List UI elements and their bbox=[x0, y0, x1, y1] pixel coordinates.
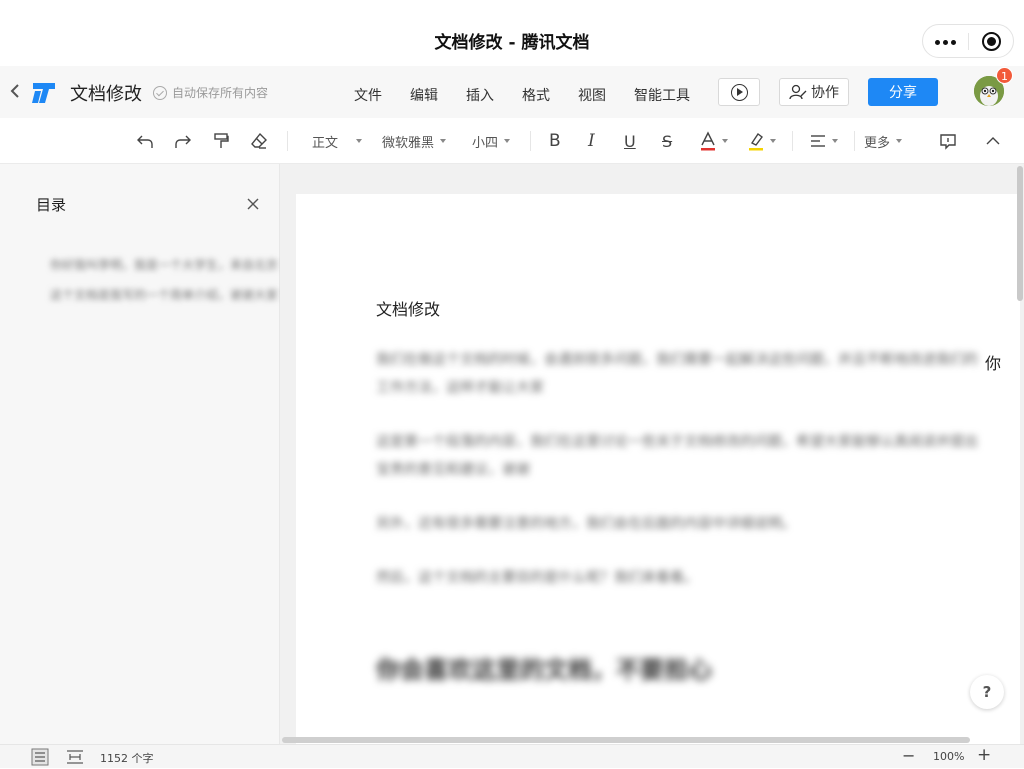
toolbar-divider bbox=[287, 131, 288, 151]
formatting-toolbar: 正文 微软雅黑 小四 B I U S 更多 bbox=[0, 118, 1024, 164]
chevron-down-icon bbox=[896, 139, 903, 143]
font-size-value: 小四 bbox=[472, 135, 499, 151]
check-circle-icon bbox=[153, 85, 167, 100]
outline-item[interactable]: 你好我叫李明，我是一个大学生，来自北京 bbox=[50, 256, 278, 273]
font-family-select[interactable]: 微软雅黑 bbox=[382, 130, 447, 152]
app-header: 文档修改 自动保存所有内容 文件 编辑 插入 格式 视图 智能工具 协作 分享 bbox=[0, 66, 1024, 118]
share-button[interactable]: 分享 bbox=[868, 78, 938, 106]
strikethrough-icon[interactable]: S bbox=[662, 130, 672, 152]
menu-insert[interactable]: 插入 bbox=[466, 85, 494, 105]
highlight-icon[interactable] bbox=[748, 130, 776, 152]
zoom-out-icon[interactable]: − bbox=[902, 746, 915, 765]
outline-sidebar: 目录 你好我叫李明，我是一个大学生，来自北京 这个文档是我写的一个简单介绍，谢谢… bbox=[0, 164, 280, 744]
heading-line[interactable]: 你会喜欢这里的文档，不要担心 bbox=[376, 650, 712, 685]
chevron-down-icon bbox=[356, 139, 363, 143]
more-options-icon[interactable] bbox=[935, 32, 959, 50]
menu-format[interactable]: 格式 bbox=[522, 85, 550, 105]
chevron-down-icon bbox=[722, 139, 728, 143]
clear-format-icon[interactable] bbox=[250, 130, 268, 152]
page-layout-icon[interactable] bbox=[66, 748, 84, 769]
main-menu: 文件 编辑 插入 格式 视图 智能工具 bbox=[340, 85, 704, 105]
paragraph[interactable]: 我们在做这个文档的时候，会遇到很多问题，我们需要一起解决这些问题，并且不断地改进… bbox=[376, 346, 986, 402]
window-title: 文档修改 - 腾讯文档 bbox=[434, 33, 590, 53]
close-miniprogram-icon[interactable] bbox=[982, 32, 1001, 51]
document-heading[interactable]: 文档修改 bbox=[376, 296, 440, 320]
paragraph[interactable]: 然后，这个文档的主要目的是什么呢？我们来看看。 bbox=[376, 564, 986, 592]
redo-icon[interactable] bbox=[174, 130, 192, 152]
document-canvas[interactable]: 文档修改 我们在做这个文档的时候，会遇到很多问题，我们需要一起解决这些问题，并且… bbox=[280, 164, 1024, 754]
more-tools-label: 更多 bbox=[864, 135, 891, 151]
status-bar: 1152 个字 − 100% + bbox=[0, 744, 1024, 768]
back-icon[interactable] bbox=[10, 83, 26, 101]
autosave-status: 自动保存所有内容 bbox=[153, 84, 268, 101]
bold-icon[interactable]: B bbox=[549, 130, 561, 152]
undo-icon[interactable] bbox=[136, 130, 154, 152]
menu-view[interactable]: 视图 bbox=[578, 85, 606, 105]
toolbar-divider bbox=[854, 131, 855, 151]
present-button[interactable] bbox=[718, 78, 760, 106]
outline-item[interactable]: 这个文档是我写的一个简单介绍，谢谢大家 bbox=[50, 286, 278, 303]
font-color-icon[interactable] bbox=[700, 130, 728, 152]
paragraph[interactable]: 这是第一个段落的内容，我们在这里讨论一些关于文档修改的问题，希望大家能够认真阅读… bbox=[376, 428, 986, 484]
collaborate-label: 协作 bbox=[811, 85, 839, 101]
chevron-down-icon bbox=[440, 139, 447, 143]
zoom-level: 100% bbox=[933, 750, 965, 763]
chevron-down-icon bbox=[504, 139, 511, 143]
menu-edit[interactable]: 编辑 bbox=[410, 85, 438, 105]
document-title[interactable]: 文档修改 bbox=[70, 80, 142, 106]
close-icon[interactable] bbox=[246, 196, 260, 210]
comment-icon[interactable] bbox=[939, 130, 957, 152]
document-page[interactable]: 文档修改 我们在做这个文档的时候，会遇到很多问题，我们需要一起解决这些问题，并且… bbox=[296, 194, 1020, 754]
horizontal-scrollbar[interactable] bbox=[282, 737, 970, 743]
collaborate-button[interactable]: 协作 bbox=[779, 78, 849, 106]
format-painter-icon[interactable] bbox=[212, 130, 230, 152]
window-title-bar: 文档修改 - 腾讯文档 bbox=[0, 0, 1024, 66]
notification-badge: 1 bbox=[996, 67, 1013, 84]
zoom-in-icon[interactable]: + bbox=[977, 745, 991, 765]
chevron-down-icon bbox=[832, 139, 838, 143]
toolbar-divider bbox=[530, 131, 531, 151]
paragraph[interactable]: 另外，还有很多需要注意的地方，我们会在后面的内容中详细说明。 bbox=[376, 510, 986, 538]
capsule-divider bbox=[968, 33, 969, 50]
vertical-scrollbar[interactable] bbox=[1017, 166, 1023, 301]
menu-file[interactable]: 文件 bbox=[354, 85, 382, 105]
underline-icon[interactable]: U bbox=[624, 130, 636, 152]
add-user-icon bbox=[789, 84, 807, 100]
font-size-select[interactable]: 小四 bbox=[472, 130, 511, 152]
font-family-value: 微软雅黑 bbox=[382, 135, 435, 151]
chevron-down-icon bbox=[770, 139, 776, 143]
paragraph-style-select[interactable]: 正文 bbox=[312, 130, 363, 152]
miniprogram-capsule bbox=[922, 24, 1014, 58]
collapse-toolbar-icon[interactable] bbox=[986, 130, 1000, 152]
help-button[interactable]: ? bbox=[970, 675, 1004, 709]
outline-title: 目录 bbox=[36, 196, 67, 214]
italic-icon[interactable]: I bbox=[588, 130, 595, 152]
outline-toggle-icon[interactable] bbox=[31, 748, 49, 769]
menu-smart-tools[interactable]: 智能工具 bbox=[634, 85, 690, 105]
more-tools-button[interactable]: 更多 bbox=[864, 130, 903, 152]
paragraph-tail-char[interactable]: 你 bbox=[985, 350, 1001, 374]
align-icon[interactable] bbox=[810, 130, 838, 152]
tencent-docs-logo-icon[interactable] bbox=[29, 77, 59, 107]
word-count: 1152 个字 bbox=[100, 752, 154, 765]
autosave-text: 自动保存所有内容 bbox=[172, 86, 269, 100]
paragraph-style-value: 正文 bbox=[312, 135, 339, 151]
play-icon bbox=[731, 84, 748, 101]
toolbar-divider bbox=[792, 131, 793, 151]
